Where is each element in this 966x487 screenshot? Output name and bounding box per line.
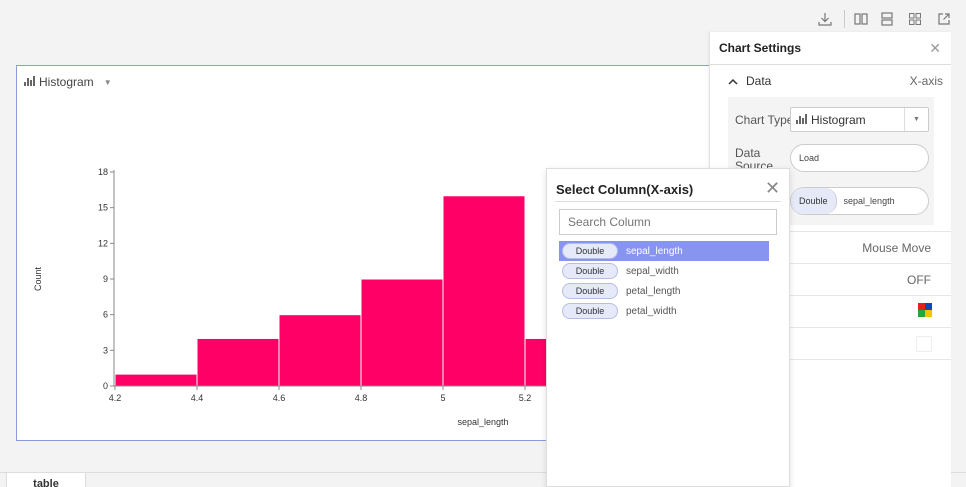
color-palette-icon[interactable] bbox=[918, 303, 932, 320]
x-tick-label: 4.8 bbox=[355, 393, 368, 403]
settings-header: Chart Settings ✕ bbox=[710, 32, 951, 65]
column-name: sepal_length bbox=[626, 245, 683, 257]
x-tick-label: 5 bbox=[440, 393, 445, 403]
y-tick-label: 0 bbox=[103, 381, 108, 391]
y-tick-label: 9 bbox=[103, 274, 108, 284]
data-source-value: Load bbox=[799, 153, 820, 163]
tab-table[interactable]: table bbox=[6, 472, 86, 487]
histogram-bar bbox=[442, 195, 526, 387]
close-icon[interactable]: ✕ bbox=[929, 40, 941, 57]
x-tick-label: 5.2 bbox=[519, 393, 532, 403]
axis-label: X-axis bbox=[909, 74, 943, 88]
column-type-tag: Double bbox=[791, 188, 837, 214]
toolbar-divider bbox=[844, 10, 845, 28]
y-tick-label: 12 bbox=[98, 238, 108, 248]
tab-table-label: table bbox=[33, 478, 59, 487]
external-link-icon[interactable] bbox=[935, 10, 953, 28]
column-item-petal-width[interactable]: Double petal_width bbox=[559, 301, 769, 321]
grid-icon[interactable] bbox=[906, 10, 924, 28]
histogram-bar bbox=[196, 337, 280, 387]
x-tick-label: 4.6 bbox=[273, 393, 286, 403]
column-item-sepal-length[interactable]: Double sepal_length bbox=[559, 241, 769, 261]
download-icon[interactable] bbox=[816, 10, 834, 28]
select-column-popup: Select Column(X-axis) ✕ Double sepal_len… bbox=[546, 168, 790, 487]
y-tick-label: 15 bbox=[98, 203, 108, 213]
y-tick-label: 3 bbox=[103, 345, 108, 355]
column-item-petal-length[interactable]: Double petal_length bbox=[559, 281, 769, 301]
chart-type-field-label: Chart Type bbox=[735, 113, 794, 127]
split-horizontal-icon[interactable] bbox=[878, 10, 896, 28]
y-tick-label: 6 bbox=[103, 310, 108, 320]
column-name: sepal_width bbox=[626, 265, 679, 277]
column-type-tag: Double bbox=[562, 303, 618, 319]
data-source-label-line1: Data bbox=[735, 146, 761, 160]
split-vertical-icon[interactable] bbox=[852, 10, 870, 28]
column-type-tag: Double bbox=[562, 283, 618, 299]
column-name: petal_width bbox=[626, 305, 677, 317]
chevron-up-icon bbox=[728, 74, 738, 88]
data-section-toggle[interactable]: Data X-axis bbox=[710, 65, 951, 97]
interaction-value: Mouse Move bbox=[862, 240, 931, 255]
histogram-bar bbox=[360, 278, 444, 387]
chart-type-select[interactable]: Histogram ▼ bbox=[790, 107, 929, 132]
data-source-input[interactable]: Load bbox=[790, 144, 929, 172]
x-tick-label: 4.4 bbox=[191, 393, 204, 403]
histogram-bar bbox=[278, 314, 362, 387]
search-column-input[interactable] bbox=[559, 209, 777, 235]
chart-type-select-value: Histogram bbox=[811, 112, 866, 127]
caret-down-icon[interactable]: ▼ bbox=[904, 108, 928, 131]
column-type-tag: Double bbox=[562, 263, 618, 279]
y-axis-label: Count bbox=[33, 267, 43, 292]
bar-chart-icon bbox=[796, 113, 807, 127]
x-axis-label: sepal_length bbox=[457, 417, 508, 427]
toggle-value: OFF bbox=[907, 272, 931, 287]
x-tick-label: 4.2 bbox=[109, 393, 122, 403]
column-type-tag: Double bbox=[562, 243, 618, 259]
popup-divider bbox=[555, 201, 781, 202]
column-item-sepal-width[interactable]: Double sepal_width bbox=[559, 261, 769, 281]
popup-title: Select Column(X-axis) bbox=[556, 182, 694, 197]
histogram-bar bbox=[114, 373, 198, 387]
y-tick-label: 18 bbox=[98, 167, 108, 177]
column-name: petal_length bbox=[626, 285, 681, 297]
data-section-label: Data bbox=[746, 74, 772, 88]
app-window: Histogram ▼ 0 3 6 9 12 15 18 Count 4.2 4.4 4.6 4.8 5… bbox=[0, 0, 966, 487]
column-name-value: sepal_length bbox=[843, 196, 895, 206]
close-icon[interactable]: ✕ bbox=[765, 178, 780, 199]
x-axis-column-input[interactable]: Double sepal_length bbox=[790, 187, 929, 215]
color-swatch-icon[interactable] bbox=[916, 335, 932, 352]
settings-title: Chart Settings bbox=[719, 41, 802, 55]
